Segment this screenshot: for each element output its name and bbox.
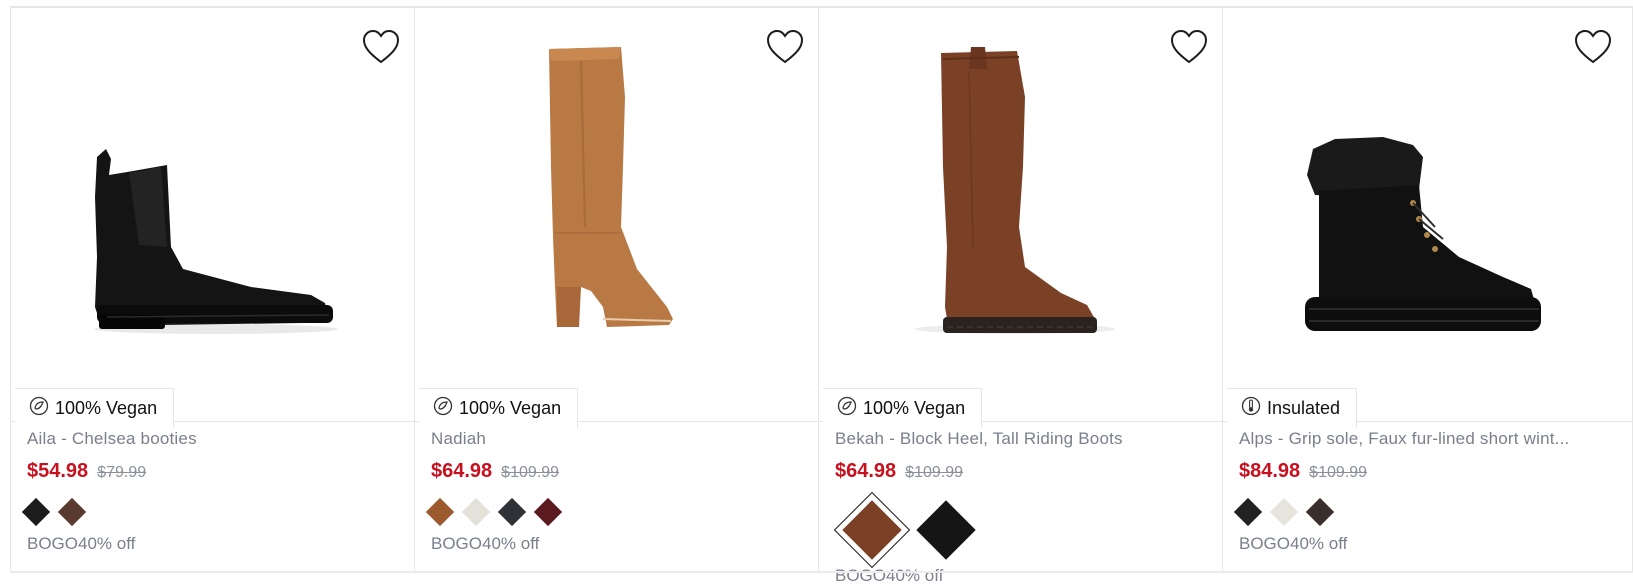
badge-label: 100% Vegan — [863, 398, 966, 418]
product-card-nadiah[interactable]: 100% Vegan Nadiah $64.98 $109.99 BOGO40%… — [414, 7, 819, 571]
badge-label: 100% Vegan — [55, 398, 158, 418]
thermometer-icon — [1241, 396, 1261, 421]
price-row: $54.98 $79.99 — [27, 460, 146, 483]
badge-label: Insulated — [1267, 398, 1341, 418]
product-image[interactable] — [11, 7, 415, 387]
chelsea-boot-image — [94, 149, 338, 334]
grid-bottom-border — [10, 571, 1633, 573]
vegan-icon — [837, 396, 857, 421]
product-name[interactable]: Alps - Grip sole, Faux fur-lined short w… — [1239, 429, 1569, 449]
color-swatch-cognac-selected[interactable] — [833, 491, 911, 569]
feature-badge: 100% Vegan — [15, 388, 175, 428]
original-price: $109.99 — [1309, 464, 1368, 481]
sale-price: $64.98 — [835, 460, 897, 482]
heart-outline-icon[interactable] — [1573, 29, 1613, 65]
feature-badge: 100% Vegan — [823, 388, 983, 428]
color-swatch-black[interactable] — [1233, 497, 1263, 527]
knee-high-boot-image — [549, 47, 673, 327]
vegan-icon — [29, 396, 49, 421]
original-price: $109.99 — [501, 464, 560, 481]
promo-text: BOGO40% off — [27, 534, 136, 553]
color-swatches — [21, 497, 87, 527]
product-card-alps[interactable]: Insulated Alps - Grip sole, Faux fur-lin… — [1222, 7, 1633, 571]
product-card-aila[interactable]: 100% Vegan Aila - Chelsea booties $54.98… — [10, 7, 415, 571]
heart-outline-icon[interactable] — [765, 29, 805, 65]
winter-boot-image — [1305, 137, 1541, 331]
price-row: $64.98 $109.99 — [431, 460, 559, 483]
color-swatch-white[interactable] — [1269, 497, 1299, 527]
product-image[interactable] — [819, 7, 1223, 387]
heart-outline-icon[interactable] — [361, 29, 401, 65]
product-image[interactable] — [1223, 7, 1627, 387]
price-row: $64.98 $109.99 — [835, 460, 963, 483]
badge-label: 100% Vegan — [459, 398, 562, 418]
original-price: $79.99 — [97, 464, 147, 481]
sale-price: $64.98 — [431, 460, 493, 482]
product-card-bekah[interactable]: 100% Vegan Bekah - Block Heel, Tall Ridi… — [818, 7, 1223, 585]
promo-text: BOGO40% off — [835, 566, 944, 585]
color-swatch-burgundy[interactable] — [533, 497, 563, 527]
color-swatches — [1233, 497, 1335, 527]
feature-badge: 100% Vegan — [419, 388, 579, 428]
riding-boot-image — [915, 47, 1115, 334]
color-swatch-brown[interactable] — [57, 497, 87, 527]
product-name[interactable]: Nadiah — [431, 429, 486, 449]
color-swatches — [425, 497, 563, 527]
promo-text: BOGO40% off — [1239, 534, 1348, 553]
heart-outline-icon[interactable] — [1169, 29, 1209, 65]
color-swatch-black[interactable] — [21, 497, 51, 527]
color-swatch-dark-brown[interactable] — [1305, 497, 1335, 527]
price-row: $84.98 $109.99 — [1239, 460, 1367, 483]
product-image[interactable] — [415, 7, 819, 387]
product-name[interactable]: Aila - Chelsea booties — [27, 429, 197, 449]
color-swatch-black[interactable] — [497, 497, 527, 527]
vegan-icon — [433, 396, 453, 421]
feature-badge: Insulated — [1227, 388, 1358, 428]
sale-price: $84.98 — [1239, 460, 1301, 482]
original-price: $109.99 — [905, 464, 964, 481]
color-swatch-black[interactable] — [911, 495, 981, 565]
product-name[interactable]: Bekah - Block Heel, Tall Riding Boots — [835, 429, 1123, 449]
color-swatch-white[interactable] — [461, 497, 491, 527]
promo-text: BOGO40% off — [431, 534, 540, 553]
color-swatch-cognac[interactable] — [425, 497, 455, 527]
sale-price: $54.98 — [27, 460, 89, 482]
color-swatches — [833, 491, 981, 569]
product-grid: 100% Vegan Aila - Chelsea booties $54.98… — [10, 7, 1633, 585]
